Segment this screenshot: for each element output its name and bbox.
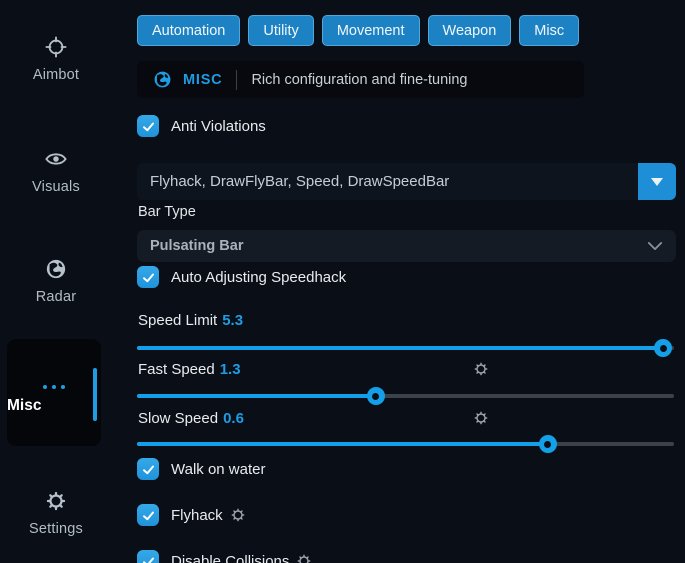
checkbox-checked-icon	[137, 115, 159, 137]
checkbox-label: Flyhack	[171, 507, 223, 524]
sidebar-item-radar[interactable]: Radar	[0, 258, 112, 305]
sidebar-item-label: Radar	[0, 289, 112, 305]
slider-fill	[137, 442, 548, 446]
checkbox-disable-collisions[interactable]: Disable Collisions	[137, 550, 312, 563]
slider-value: 1.3	[220, 361, 241, 378]
slider-value: 0.6	[223, 410, 244, 427]
slider-value: 5.3	[222, 312, 243, 329]
checkbox-checked-icon	[137, 458, 159, 480]
slider-slow-speed[interactable]	[137, 434, 674, 454]
slider-thumb[interactable]	[654, 339, 672, 357]
sidebar-item-settings[interactable]: Settings	[0, 490, 112, 537]
main-panel: Automation Utility Movement Weapon Misc …	[137, 0, 676, 563]
checkbox-checked-icon	[137, 266, 159, 288]
gear-icon[interactable]	[296, 553, 312, 563]
dropdown-button[interactable]	[638, 163, 676, 200]
tab-bar: Automation Utility Movement Weapon Misc	[137, 15, 579, 46]
tab-weapon[interactable]: Weapon	[428, 15, 512, 46]
slider-thumb[interactable]	[539, 435, 557, 453]
triangle-down-icon	[651, 178, 663, 186]
sidebar-item-label: Aimbot	[0, 67, 112, 83]
checkbox-walk-on-water[interactable]: Walk on water	[137, 458, 265, 480]
crosshair-icon	[45, 36, 67, 58]
tab-movement[interactable]: Movement	[322, 15, 420, 46]
section-subtitle: Rich configuration and fine-tuning	[251, 72, 467, 88]
checkbox-flyhack[interactable]: Flyhack	[137, 504, 246, 526]
sidebar-item-label: Misc	[7, 397, 101, 415]
section-header: MISC Rich configuration and fine-tuning	[137, 61, 584, 98]
active-indicator	[93, 368, 97, 421]
gear-icon[interactable]	[230, 507, 246, 523]
bar-flags-select[interactable]: Flyhack, DrawFlyBar, Speed, DrawSpeedBar	[137, 163, 676, 200]
sidebar-item-label: Settings	[0, 521, 112, 537]
sidebar-item-aimbot[interactable]: Aimbot	[0, 36, 112, 83]
slider-label-slow-speed: Slow Speed0.6	[138, 410, 244, 427]
slider-fast-speed[interactable]	[137, 386, 674, 406]
bar-type-label: Bar Type	[138, 204, 196, 220]
checkbox-label: Anti Violations	[171, 118, 266, 135]
gear-icon[interactable]	[473, 410, 489, 426]
dots-icon	[7, 376, 101, 394]
gear-icon[interactable]	[473, 361, 489, 377]
section-category: MISC	[183, 72, 222, 88]
sidebar-item-misc[interactable]: Misc	[7, 339, 101, 446]
divider	[236, 70, 237, 90]
slider-thumb[interactable]	[367, 387, 385, 405]
slider-label-fast-speed: Fast Speed1.3	[138, 361, 241, 378]
bar-type-value: Pulsating Bar	[150, 238, 243, 254]
checkbox-checked-icon	[137, 504, 159, 526]
checkbox-auto-adjusting-speedhack[interactable]: Auto Adjusting Speedhack	[137, 266, 346, 288]
sidebar-item-label: Visuals	[0, 179, 112, 195]
eye-icon	[44, 148, 68, 170]
tab-utility[interactable]: Utility	[248, 15, 313, 46]
tab-misc[interactable]: Misc	[519, 15, 579, 46]
slider-fill	[137, 394, 376, 398]
checkbox-label: Walk on water	[171, 461, 265, 478]
checkbox-checked-icon	[137, 550, 159, 563]
checkbox-label: Disable Collisions	[171, 553, 289, 563]
globe-icon	[45, 258, 67, 280]
globe-icon	[153, 70, 172, 89]
slider-label-speed-limit: Speed Limit5.3	[138, 312, 243, 329]
slider-speed-limit[interactable]	[137, 338, 674, 358]
bar-type-select[interactable]: Pulsating Bar	[137, 230, 676, 262]
gear-icon	[45, 490, 67, 512]
chevron-down-icon	[647, 240, 663, 252]
checkbox-anti-violations[interactable]: Anti Violations	[137, 115, 266, 137]
bar-flags-value: Flyhack, DrawFlyBar, Speed, DrawSpeedBar	[137, 163, 638, 200]
tab-automation[interactable]: Automation	[137, 15, 240, 46]
slider-fill	[137, 346, 663, 350]
checkbox-label: Auto Adjusting Speedhack	[171, 269, 346, 286]
sidebar-item-visuals[interactable]: Visuals	[0, 148, 112, 195]
sidebar: Aimbot Visuals Radar Misc	[0, 0, 112, 563]
